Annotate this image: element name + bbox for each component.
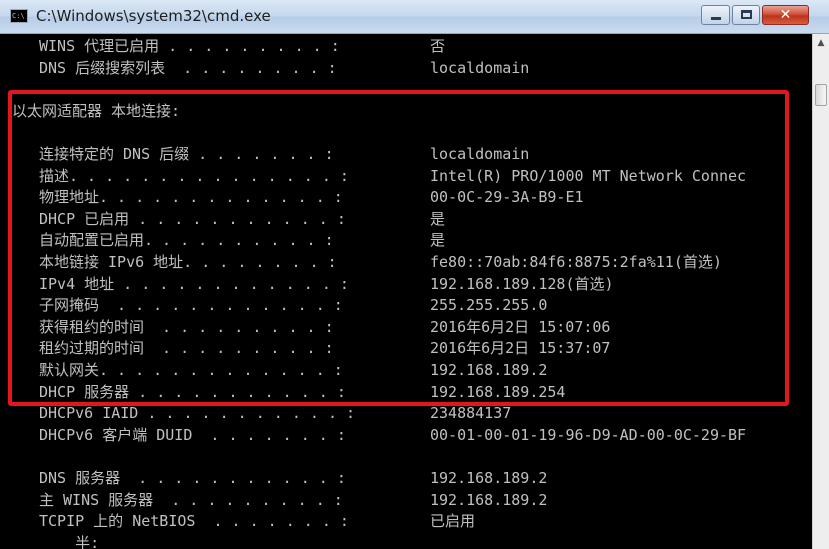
maximize-icon bbox=[741, 10, 752, 19]
console-line-label: DNS 服务器 . . . . . . . . . . . : bbox=[39, 469, 346, 487]
title-bar[interactable]: C:\ C:\Windows\system32\cmd.exe ✕ bbox=[0, 0, 829, 34]
console-line-value: localdomain bbox=[430, 58, 530, 77]
cmd-app-icon[interactable]: C:\ bbox=[10, 9, 28, 23]
console-line: 主 WINS 服务器 . . . . . . . . . : 192.168.18… bbox=[0, 489, 812, 511]
console-output[interactable]: WINS 代理已启用 . . . . . . . . . : 否 DNS 后缀搜索列… bbox=[0, 34, 812, 549]
console-line: 半: bbox=[0, 532, 812, 549]
scroll-up-arrow-icon[interactable]: ▲ bbox=[814, 35, 828, 51]
console-line-label: DHCPv6 客户端 DUID . . . . . . . : bbox=[39, 425, 346, 444]
close-icon: ✕ bbox=[779, 7, 792, 23]
highlight-box bbox=[8, 90, 789, 406]
console-line: TCPIP 上的 NetBIOS . . . . . . . : 已启用 bbox=[0, 510, 812, 532]
minimize-button[interactable] bbox=[701, 5, 730, 25]
console-line-label: DNS 后缀搜索列表 . . . . . . . . : bbox=[39, 58, 337, 77]
scroll-thumb[interactable] bbox=[815, 84, 827, 106]
window-title: C:\Windows\system32\cmd.exe bbox=[36, 7, 271, 25]
console-line-label: WINS 代理已启用 . . . . . . . . . : bbox=[39, 37, 340, 55]
console-line-label: TCPIP 上的 NetBIOS . . . . . . . : bbox=[39, 512, 349, 531]
close-button[interactable]: ✕ bbox=[762, 5, 809, 25]
console-line-value: 192.168.189.2 bbox=[430, 469, 548, 487]
console-line-value: 否 bbox=[430, 37, 446, 55]
console-line: DNS 服务器 . . . . . . . . . . . : 192.168.1… bbox=[0, 467, 812, 489]
minimize-icon bbox=[711, 17, 721, 20]
console-line-value: 192.168.189.2 bbox=[430, 490, 548, 509]
console-line: DNS 后缀搜索列表 . . . . . . . . : localdomain bbox=[0, 57, 812, 79]
vertical-scrollbar[interactable]: ▲ bbox=[812, 34, 829, 549]
console-line: WINS 代理已启用 . . . . . . . . . : 否 bbox=[0, 35, 812, 57]
console-line-label: 半: bbox=[39, 533, 100, 549]
console-line-value: 00-01-00-01-19-96-D9-AD-00-0C-29-BF bbox=[430, 425, 747, 444]
console-line-label: 主 WINS 服务器 . . . . . . . . . : bbox=[39, 490, 343, 509]
console-line-value: 已启用 bbox=[430, 512, 476, 531]
console-line: DHCPv6 客户端 DUID . . . . . . . : 00-01-00-… bbox=[0, 424, 812, 446]
maximize-button[interactable] bbox=[732, 5, 760, 25]
